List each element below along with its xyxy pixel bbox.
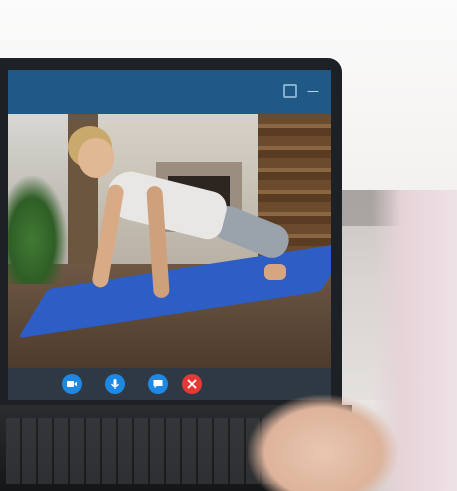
chat-icon bbox=[148, 374, 168, 394]
microphone-button[interactable] bbox=[105, 374, 125, 394]
minimize-icon[interactable]: — bbox=[305, 85, 321, 97]
video-app-titlebar: — bbox=[8, 70, 331, 114]
video-camera-icon bbox=[62, 374, 82, 394]
microphone-icon bbox=[105, 374, 125, 394]
video-camera-button[interactable] bbox=[62, 374, 82, 394]
end-call-button[interactable] bbox=[182, 374, 202, 394]
laptop-screen: — bbox=[8, 70, 331, 400]
video-feed bbox=[8, 114, 331, 368]
person-foot bbox=[264, 264, 286, 280]
viewer-hand bbox=[248, 395, 398, 491]
maximize-icon[interactable] bbox=[283, 84, 297, 98]
video-plant bbox=[8, 174, 68, 284]
end-call-icon bbox=[182, 374, 202, 394]
chat-button[interactable] bbox=[148, 374, 168, 394]
person-head bbox=[78, 138, 114, 178]
